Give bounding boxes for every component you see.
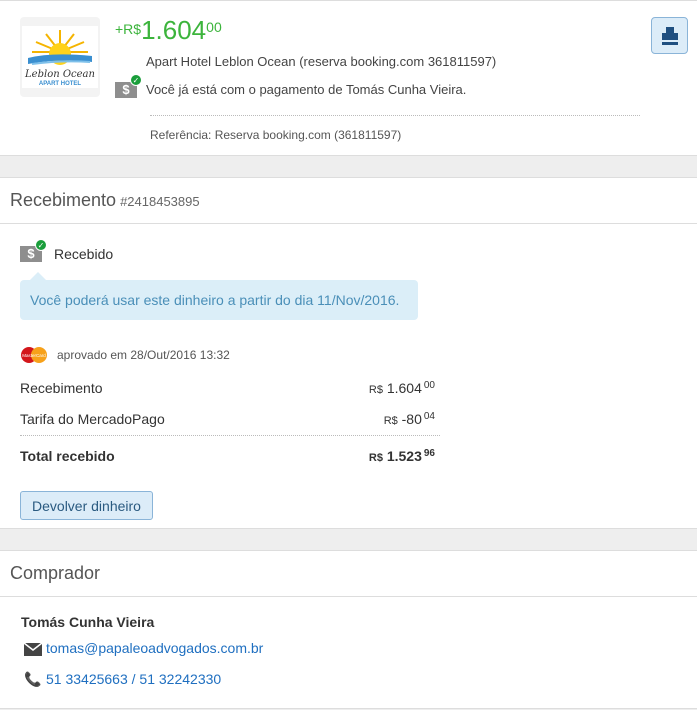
divider bbox=[150, 115, 640, 116]
payment-description: Apart Hotel Leblon Ocean (reserva bookin… bbox=[146, 54, 497, 69]
payment-reference: Referência: Reserva booking.com (3618115… bbox=[150, 128, 402, 142]
svg-text:Leblon Ocean: Leblon Ocean bbox=[24, 69, 95, 80]
envelope-icon bbox=[24, 643, 42, 656]
refund-button[interactable]: Devolver dinheiro bbox=[20, 491, 153, 520]
printer-icon bbox=[662, 27, 678, 45]
notice-arrow bbox=[30, 272, 46, 280]
receipt-card: Recebimento #2418453895 $ ✓ Recebido Você… bbox=[0, 177, 697, 529]
svg-text:MasterCard: MasterCard bbox=[22, 353, 46, 358]
svg-text:APART HOTEL: APART HOTEL bbox=[39, 81, 82, 87]
buyer-phone-link[interactable]: 51 33425663 / 51 32242330 bbox=[46, 671, 221, 687]
payment-status: Você já está com o pagamento de Tomás Cu… bbox=[146, 82, 467, 97]
check-icon: ✓ bbox=[130, 74, 142, 86]
availability-notice: Você poderá usar este dinheiro a partir … bbox=[20, 280, 418, 320]
buyer-name: Tomás Cunha Vieira bbox=[21, 614, 155, 630]
buyer-header: Comprador bbox=[0, 551, 697, 597]
buyer-email-link[interactable]: tomas@papaleoadvogados.com.br bbox=[46, 640, 263, 656]
print-button[interactable] bbox=[651, 17, 688, 54]
buyer-card: Comprador Tomás Cunha Vieira tomas@papal… bbox=[0, 550, 697, 709]
receipt-header: Recebimento #2418453895 bbox=[0, 178, 697, 224]
divider bbox=[20, 435, 440, 436]
payment-summary-card: Leblon Ocean APART HOTEL +R$1.60400 Apar… bbox=[0, 0, 697, 156]
phone-icon: 📞 bbox=[24, 671, 42, 687]
receipt-status: Recebido bbox=[54, 246, 114, 262]
merchant-logo: Leblon Ocean APART HOTEL bbox=[20, 17, 100, 97]
receipt-row: Recebimento R$ 1.604 00 bbox=[20, 380, 435, 396]
total-row: Total recebido R$ 1.523 96 bbox=[20, 448, 435, 464]
check-icon: ✓ bbox=[35, 239, 47, 251]
payment-amount: +R$1.60400 bbox=[115, 15, 222, 45]
fee-row: Tarifa do MercadoPago R$ -80 04 bbox=[20, 411, 435, 427]
approval-date: aprovado em 28/Out/2016 13:32 bbox=[57, 348, 230, 362]
mastercard-icon: MasterCard bbox=[20, 346, 48, 364]
